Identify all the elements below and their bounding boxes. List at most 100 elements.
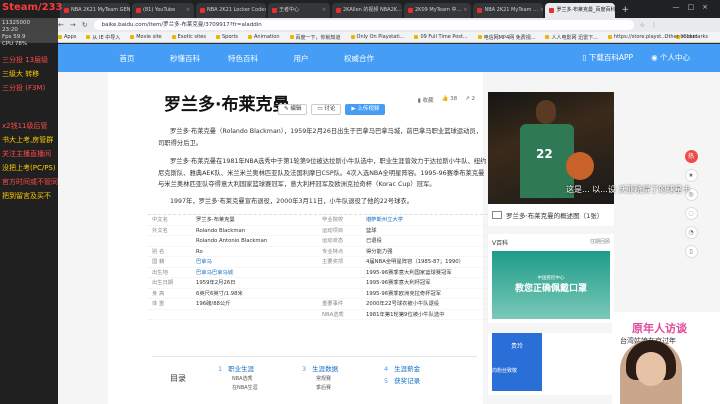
overlay-text-line: 关注主播直播间 (2, 150, 51, 158)
info-value[interactable]: 堪萨斯州立大学 (366, 215, 488, 225)
nav-item-home[interactable]: 首页 (98, 53, 156, 64)
browser-tab[interactable]: 2K09 MyTeam 中... × (404, 3, 472, 18)
info-row: 中文名 罗兰多·布莱克曼 毕业院校 堪萨斯州立大学 (148, 215, 488, 226)
thumb-icon: 👍 (441, 96, 451, 102)
extensions-icon[interactable]: ⋮ (651, 22, 657, 29)
star-icon[interactable]: ☆ (640, 22, 645, 29)
photo-caption[interactable]: 罗兰多·布莱克曼的概述图（1张） (488, 204, 614, 226)
vbaike-card: V百科 往期回顾 中国疾控中心 教您正确佩戴口罩 (488, 234, 614, 323)
window-controls-icon[interactable]: —□× (673, 3, 716, 11)
download-app-link[interactable]: ▯ 下载百科APP (582, 44, 633, 72)
bookmark-item[interactable]: 从 IE 中导入 (86, 34, 120, 41)
bookmark-item[interactable]: Exotic sites (171, 34, 206, 40)
nav-item-partner[interactable]: 权威合作 (330, 53, 388, 64)
qzone-icon[interactable]: ★ (684, 169, 698, 182)
toc-sub[interactable]: 在NBA生涯 (232, 384, 258, 391)
other-bookmarks[interactable]: Other bookmarks (665, 32, 708, 42)
info-value[interactable]: 巴拿马 (196, 257, 318, 267)
bookmark-item[interactable]: 电信网MP4网 免费视... (477, 34, 535, 41)
like-button[interactable]: 👍 38 (442, 96, 458, 104)
info-row: 别 名 Ro 专业特点 得分能力强 (148, 247, 488, 257)
info-row: 国 籍 巴拿马 主要奖项 4届NBA全明星阵容（1985-87；1990） (148, 257, 488, 268)
bookmark-item[interactable]: 人人电影网 迅雷下... (545, 34, 598, 41)
close-icon[interactable]: × (463, 3, 467, 18)
bookmark-item[interactable]: Sports (215, 34, 238, 40)
browser-tab[interactable]: (81) YouTube × (132, 3, 194, 18)
user-center-link[interactable]: ◉ 个人中心 (651, 44, 690, 72)
toc-item[interactable]: 5 获奖记录 (384, 375, 420, 385)
vbaike-more-link[interactable]: 往期回顾 (590, 238, 610, 247)
close-icon[interactable]: × (186, 3, 190, 18)
info-value[interactable]: 巴拿马巴拿马城 (196, 268, 318, 278)
address-bar-row: ← → ↻ baike.baidu.com/item/罗兰多·布莱克曼/3709… (0, 18, 720, 32)
browser-tab[interactable]: 王者中心 × (268, 3, 330, 18)
bookmark-icon (545, 35, 550, 39)
info-value: 1995-96赛季意大利国家篮球赛冠军 (366, 269, 452, 276)
toc-item[interactable]: 3 生涯数据 (302, 363, 338, 373)
close-icon[interactable]: × (322, 3, 326, 18)
toc-item[interactable]: 4 生涯薪金 (384, 363, 420, 373)
info-key: 运动状态 (322, 238, 344, 244)
browser-tab-active[interactable]: 罗兰多·布莱克曼_百度百科× (545, 3, 616, 18)
browser-tab[interactable]: NBA 2K21 MyTeam ... × (473, 3, 544, 18)
mask-ad[interactable]: 中国疾控中心 教您正确佩戴口罩 (492, 251, 610, 319)
floating-share-bar: 热 ★ ◎ ◌ ◔ ▯ (682, 150, 700, 258)
info-value: 篮球 (366, 227, 377, 234)
intro-paragraph: 罗兰多·布莱克曼（Rolando Blackman），1959年2月26日出生于… (158, 128, 482, 147)
overlay-text-line: 把到留言及买不 (2, 192, 51, 200)
browser-tab[interactable]: NBA 2K21 Locker Codes - NB× (196, 3, 266, 18)
webcam-face (636, 352, 666, 386)
info-key (318, 278, 366, 288)
bookmark-item[interactable]: Only On Playstati... (350, 34, 404, 40)
toc-item[interactable]: 1 职业生涯 (218, 363, 254, 373)
info-key: 重要事件 (322, 301, 344, 307)
info-table: 中文名 罗兰多·布莱克曼 毕业院校 堪萨斯州立大学 外文名 Rolando Blackma… (148, 214, 488, 320)
bookmark-item[interactable]: 09 Full Time Post... (414, 34, 468, 40)
share-button[interactable]: ↗ 2 (465, 96, 475, 104)
info-value: 4届NBA全明星阵容（1985-87；1990） (366, 259, 464, 265)
info-key: NBA选秀 (322, 311, 344, 318)
bookmark-icon (350, 34, 355, 39)
user-icon: ◉ (651, 53, 660, 62)
forward-icon[interactable]: → (70, 21, 76, 29)
info-value: 1995-96赛季意大利杯冠军 (366, 280, 431, 286)
bookmark-item[interactable]: Apps (58, 34, 76, 40)
bookmark-item[interactable]: https://store.playst... (607, 34, 666, 40)
reload-icon[interactable]: ↻ (82, 21, 88, 29)
toc: 目录 1 职业生涯 NBA选秀 在NBA生涯 3 生涯数据 常规赛 季后赛 4 生涯薪… (152, 356, 477, 404)
info-row: 外文名 Rolando Blackman 运动项目 篮球 (148, 226, 488, 236)
browser-tab[interactable]: NBA 2K21 MyTeam GENIUS× (60, 3, 130, 18)
overlay-text-line: 书大上考,房管群 (2, 136, 54, 144)
hot-icon[interactable]: 热 (684, 150, 698, 163)
discuss-button[interactable]: ▭ 讨论 (311, 104, 342, 115)
bookmarks-bar: Apps 从 IE 中导入 Movie site Exotic sites Sp… (0, 32, 720, 43)
new-tab-button[interactable]: + (617, 3, 633, 18)
bookmark-item[interactable]: 百度一下，你就知道 (289, 34, 341, 41)
info-key: 体 重 (152, 301, 165, 307)
toc-sub[interactable]: 常规赛 (316, 375, 331, 382)
overlay-text-line: 三分投 (F3M) (2, 84, 46, 92)
bookmark-item[interactable]: Animation (248, 34, 280, 40)
nav-item-tese[interactable]: 特色百科 (214, 53, 272, 64)
jersey-number: 22 (536, 147, 553, 161)
close-icon[interactable]: × (540, 3, 544, 18)
toc-sub[interactable]: NBA选秀 (232, 375, 253, 382)
info-key (148, 236, 196, 246)
wechat-icon[interactable]: ◌ (684, 207, 698, 220)
collect-button[interactable]: ▮ 收藏 (418, 96, 434, 104)
info-key (148, 310, 196, 320)
back-icon[interactable]: ← (58, 21, 64, 29)
mobile-icon[interactable]: ▯ (684, 245, 698, 258)
url-input[interactable]: baike.baidu.com/item/罗兰多·布莱克曼/3709917?fr… (93, 20, 634, 30)
upload-video-button[interactable]: ▶ 上传视频 (345, 104, 386, 115)
info-value: Rolando Antonio Blackman (196, 238, 268, 244)
edit-button[interactable]: ✎ 编辑 (278, 104, 308, 115)
bookmark-item[interactable]: Movie site (130, 34, 162, 40)
stream-title: Steam/233 (2, 2, 63, 13)
browser-tab[interactable]: 2KAllen 的视频 NBA2K...× (332, 3, 402, 18)
toc-sub[interactable]: 季后赛 (316, 384, 331, 391)
qq-icon[interactable]: ◔ (684, 226, 698, 239)
nav-item-user[interactable]: 用户 (272, 53, 330, 64)
promo-ad[interactable]: 贵玲 向粉丝致敬 (488, 333, 614, 395)
nav-item-miaodong[interactable]: 秒懂百科 (156, 53, 214, 64)
